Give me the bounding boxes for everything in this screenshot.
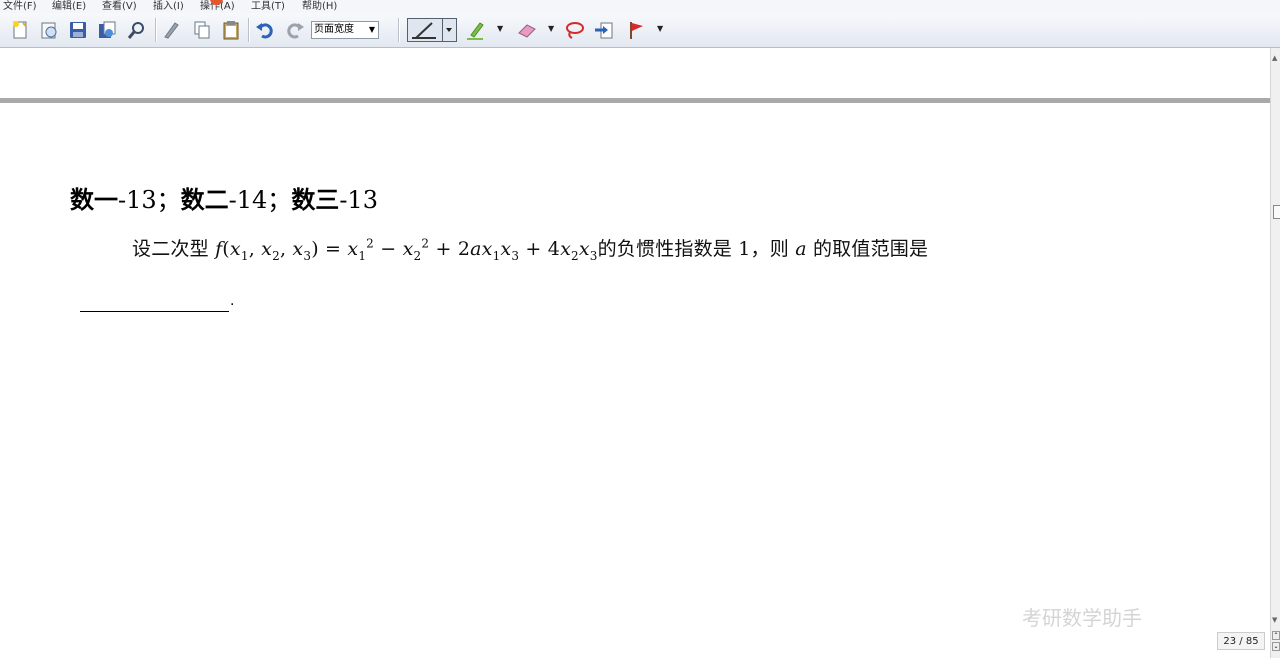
heading-part-math3: 数三 xyxy=(291,186,340,214)
toolbar-separator xyxy=(398,18,399,42)
document-top-margin xyxy=(0,48,1270,98)
question-prefix: 设二次型 xyxy=(132,238,209,260)
scroll-down-icon[interactable]: ▼ xyxy=(1272,616,1277,624)
eraser-icon[interactable] xyxy=(516,19,538,41)
answer-blank-period: . xyxy=(230,293,235,309)
quadratic-form-formula: f(x1, x2, x3) = x12 − x22 + 2ax1x3 + 4x2… xyxy=(215,236,598,263)
menu-insert[interactable]: 插入(I) xyxy=(153,0,184,12)
watermark-logo: 考研数学助手 xyxy=(1022,606,1142,630)
highlighter-icon[interactable] xyxy=(464,19,486,41)
lasso-icon[interactable] xyxy=(563,19,585,41)
chevron-down-icon: ▼ xyxy=(368,25,375,34)
zoom-select-value: 页面宽度 xyxy=(314,24,354,35)
scroll-up-icon[interactable]: ▲ xyxy=(1272,54,1277,62)
question-text: 设二次型 f(x1, x2, x3) = x12 − x22 + 2ax1x3 … xyxy=(132,234,928,263)
menu-bar: 文件(F) 编辑(E) 查看(V) 插入(I) 操作(A) 工具(T) 帮助(H… xyxy=(0,0,1280,13)
redo-icon[interactable] xyxy=(284,19,306,41)
next-page-icon[interactable]: ⌄ xyxy=(1272,642,1280,651)
chevron-down-icon[interactable]: ▼ xyxy=(548,24,554,33)
question-suffix: 的负惯性指数是 1，则 xyxy=(597,238,789,260)
heading-part-math2-score: -14； xyxy=(228,186,292,214)
prev-page-icon[interactable]: ⌃ xyxy=(1272,631,1280,640)
answer-blank xyxy=(80,293,229,312)
undo-icon[interactable] xyxy=(254,19,276,41)
chevron-down-icon[interactable]: ▼ xyxy=(497,24,503,33)
toolbar: 页面宽度 ▼ ▼ ▼ ▼ xyxy=(0,13,1280,48)
paste-icon[interactable] xyxy=(220,19,242,41)
copy-icon[interactable] xyxy=(191,19,213,41)
pen-icon xyxy=(412,19,452,41)
save-icon[interactable] xyxy=(67,19,89,41)
insert-icon[interactable] xyxy=(593,19,615,41)
toolbar-separator xyxy=(248,18,249,42)
menu-file[interactable]: 文件(F) xyxy=(3,0,37,12)
page-counter: 23 / 85 xyxy=(1217,632,1265,650)
vertical-scrollbar[interactable]: ▲ ▼ xyxy=(1270,48,1280,658)
pen-tool-button[interactable] xyxy=(407,18,457,42)
heading-part-math2: 数二 xyxy=(180,186,229,214)
menu-tools[interactable]: 工具(T) xyxy=(251,0,285,12)
menu-view[interactable]: 查看(V) xyxy=(102,0,137,12)
heading-part-math1: 数一 xyxy=(70,186,118,214)
heading-part-math3-score: -13 xyxy=(339,186,378,214)
heading-part-math1-score: -13； xyxy=(118,186,181,214)
zoom-select[interactable]: 页面宽度 ▼ xyxy=(311,21,379,39)
toolbar-separator xyxy=(155,18,156,42)
save-as-icon[interactable] xyxy=(96,19,118,41)
chevron-down-icon[interactable]: ▼ xyxy=(657,24,663,33)
scroll-thumb[interactable] xyxy=(1273,205,1280,219)
flag-icon[interactable] xyxy=(625,19,647,41)
pen-tool-icon[interactable] xyxy=(160,19,182,41)
open-icon[interactable] xyxy=(38,19,60,41)
question-end: 的取值范围是 xyxy=(812,238,929,260)
question-variable: a xyxy=(795,238,807,260)
menu-help[interactable]: 帮助(H) xyxy=(302,0,337,12)
page-title: 数一-13；数二-14；数三-13 xyxy=(70,180,378,215)
menu-edit[interactable]: 编辑(E) xyxy=(52,0,86,12)
find-icon[interactable] xyxy=(126,19,148,41)
new-document-icon[interactable] xyxy=(9,19,31,41)
